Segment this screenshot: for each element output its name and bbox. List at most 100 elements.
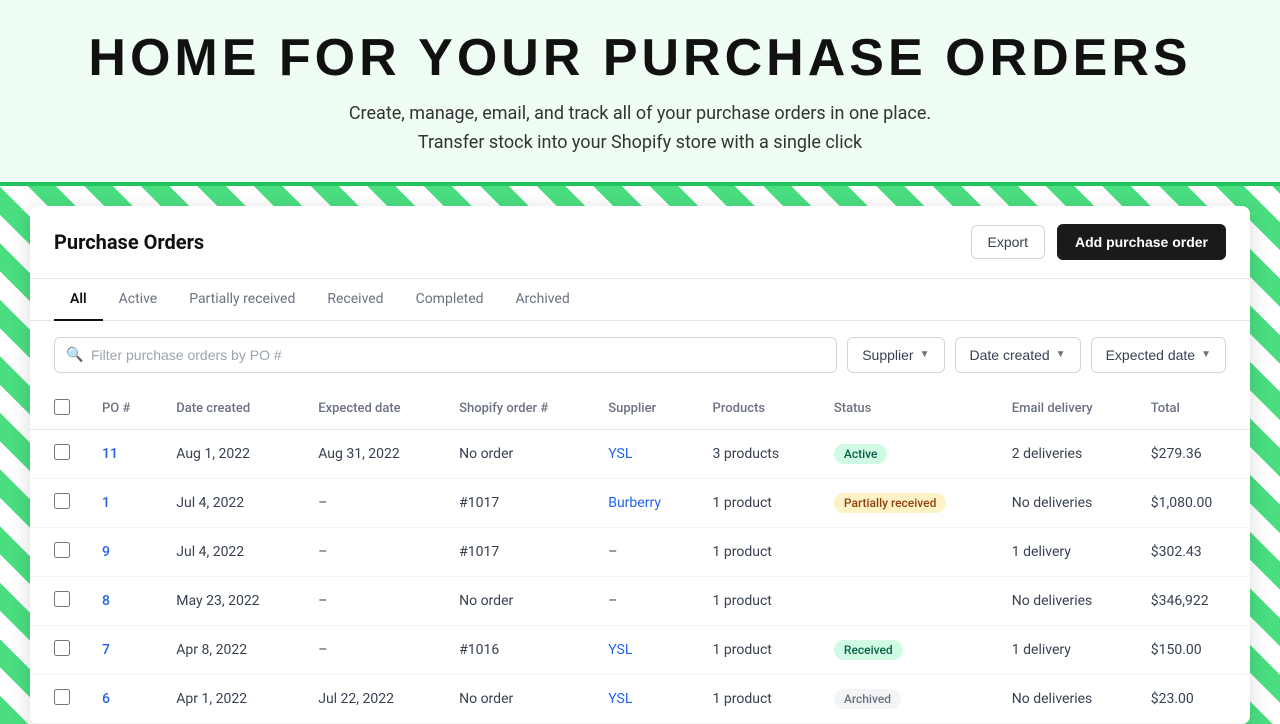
email-delivery-cell: No deliveries	[996, 478, 1135, 527]
row-checkbox[interactable]	[54, 444, 70, 460]
select-all-checkbox[interactable]	[54, 399, 70, 415]
striped-background: Purchase Orders Export Add purchase orde…	[0, 186, 1280, 724]
date-created-cell: Jul 4, 2022	[160, 478, 302, 527]
hero-title: HOME FOR YOUR PURCHASE ORDERS	[40, 28, 1240, 88]
shopify-order-cell: #1017	[443, 478, 592, 527]
po-number-link[interactable]: 7	[102, 642, 110, 658]
supplier-cell: –	[592, 576, 696, 625]
chevron-down-icon: ▼	[920, 349, 930, 360]
col-total: Total	[1135, 389, 1250, 430]
purchase-orders-table: PO # Date created Expected date Shopify …	[30, 389, 1250, 724]
products-cell: 1 product	[697, 625, 818, 674]
status-badge: Active	[834, 444, 888, 464]
table-row: 8 May 23, 2022 – No order – 1 product No…	[30, 576, 1250, 625]
shopify-order-cell: No order	[443, 674, 592, 723]
products-cell: 1 product	[697, 527, 818, 576]
total-cell: $150.00	[1135, 625, 1250, 674]
chevron-down-icon: ▼	[1056, 349, 1066, 360]
status-cell: Archived	[818, 674, 996, 723]
status-cell: Received	[818, 625, 996, 674]
row-checkbox[interactable]	[54, 640, 70, 656]
date-created-cell: Apr 1, 2022	[160, 674, 302, 723]
total-cell: $23.00	[1135, 674, 1250, 723]
supplier-cell: Burberry	[592, 478, 696, 527]
card-header: Purchase Orders Export Add purchase orde…	[30, 206, 1250, 279]
row-checkbox[interactable]	[54, 591, 70, 607]
tabs-bar: All Active Partially received Received C…	[30, 279, 1250, 321]
total-cell: $1,080.00	[1135, 478, 1250, 527]
col-products: Products	[697, 389, 818, 430]
tab-partially-received[interactable]: Partially received	[173, 279, 311, 321]
supplier-filter-button[interactable]: Supplier ▼	[847, 337, 944, 373]
export-button[interactable]: Export	[971, 225, 1045, 259]
chevron-down-icon: ▼	[1201, 349, 1211, 360]
supplier-link[interactable]: YSL	[608, 446, 632, 462]
expected-date-cell: –	[302, 625, 443, 674]
total-cell: $279.36	[1135, 429, 1250, 478]
col-supplier: Supplier	[592, 389, 696, 430]
tab-active[interactable]: Active	[103, 279, 174, 321]
row-checkbox[interactable]	[54, 689, 70, 705]
email-delivery-cell: No deliveries	[996, 674, 1135, 723]
supplier-cell: YSL	[592, 674, 696, 723]
table-header-row: PO # Date created Expected date Shopify …	[30, 389, 1250, 430]
tab-all[interactable]: All	[54, 279, 103, 321]
date-created-cell: Apr 8, 2022	[160, 625, 302, 674]
tab-received[interactable]: Received	[311, 279, 399, 321]
tab-archived[interactable]: Archived	[500, 279, 586, 321]
hero-banner: HOME FOR YOUR PURCHASE ORDERS Create, ma…	[0, 0, 1280, 186]
status-cell	[818, 576, 996, 625]
shopify-order-cell: #1016	[443, 625, 592, 674]
col-email-delivery: Email delivery	[996, 389, 1135, 430]
po-number-link[interactable]: 6	[102, 691, 110, 707]
add-purchase-order-button[interactable]: Add purchase order	[1057, 224, 1226, 260]
expected-date-filter-button[interactable]: Expected date ▼	[1091, 337, 1226, 373]
header-actions: Export Add purchase order	[971, 224, 1227, 260]
table-row: 1 Jul 4, 2022 – #1017 Burberry 1 product…	[30, 478, 1250, 527]
po-number-link[interactable]: 11	[102, 446, 118, 462]
products-cell: 1 product	[697, 478, 818, 527]
po-number-link[interactable]: 1	[102, 495, 110, 511]
expected-date-cell: –	[302, 527, 443, 576]
search-icon: 🔍	[66, 347, 83, 363]
row-checkbox[interactable]	[54, 542, 70, 558]
email-delivery-cell: No deliveries	[996, 576, 1135, 625]
expected-date-cell: Jul 22, 2022	[302, 674, 443, 723]
table-row: 11 Aug 1, 2022 Aug 31, 2022 No order YSL…	[30, 429, 1250, 478]
col-shopify-order: Shopify order #	[443, 389, 592, 430]
total-cell: $346,922	[1135, 576, 1250, 625]
date-created-filter-button[interactable]: Date created ▼	[955, 337, 1081, 373]
supplier-link[interactable]: Burberry	[608, 495, 661, 511]
shopify-order-cell: No order	[443, 429, 592, 478]
expected-date-cell: Aug 31, 2022	[302, 429, 443, 478]
col-po: PO #	[86, 389, 160, 430]
po-number-link[interactable]: 9	[102, 544, 110, 560]
tab-completed[interactable]: Completed	[400, 279, 500, 321]
supplier-cell: –	[592, 527, 696, 576]
supplier-cell: YSL	[592, 429, 696, 478]
email-delivery-cell: 1 delivery	[996, 625, 1135, 674]
supplier-cell: YSL	[592, 625, 696, 674]
total-cell: $302.43	[1135, 527, 1250, 576]
col-date-created: Date created	[160, 389, 302, 430]
search-input[interactable]	[54, 337, 837, 373]
supplier-link[interactable]: YSL	[608, 691, 632, 707]
po-number-link[interactable]: 8	[102, 593, 110, 609]
col-expected-date: Expected date	[302, 389, 443, 430]
date-created-cell: Aug 1, 2022	[160, 429, 302, 478]
products-cell: 1 product	[697, 674, 818, 723]
status-badge: Archived	[834, 689, 901, 709]
supplier-link[interactable]: YSL	[608, 642, 632, 658]
expected-date-cell: –	[302, 478, 443, 527]
products-cell: 3 products	[697, 429, 818, 478]
col-status: Status	[818, 389, 996, 430]
shopify-order-cell: #1017	[443, 527, 592, 576]
row-checkbox[interactable]	[54, 493, 70, 509]
status-cell	[818, 527, 996, 576]
card-title: Purchase Orders	[54, 230, 204, 254]
expected-date-cell: –	[302, 576, 443, 625]
status-cell: Active	[818, 429, 996, 478]
status-badge: Partially received	[834, 493, 946, 513]
table-row: 7 Apr 8, 2022 – #1016 YSL 1 product Rece…	[30, 625, 1250, 674]
table-row: 9 Jul 4, 2022 – #1017 – 1 product 1 deli…	[30, 527, 1250, 576]
